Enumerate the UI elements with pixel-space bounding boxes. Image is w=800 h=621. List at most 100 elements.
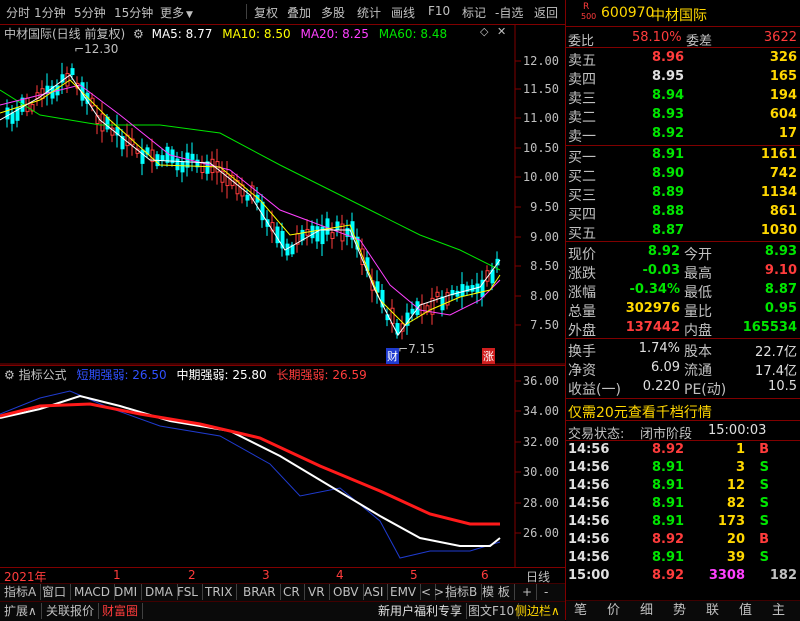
tab-indicator-b[interactable]: 指标B — [441, 584, 483, 600]
fuquan-button[interactable]: 复权 — [254, 4, 278, 21]
stat-value: -0.03 — [642, 263, 680, 278]
quote-tab-1[interactable]: 价 — [603, 603, 624, 619]
quote-tab-3[interactable]: 势 — [669, 603, 690, 619]
limit-up-badge[interactable]: 涨 — [482, 348, 495, 364]
tick-time: 14:56 — [568, 478, 610, 493]
tab-5min[interactable]: 5分钟 — [74, 4, 106, 21]
buy-4-row[interactable]: 买四 8.88 861 — [566, 203, 800, 223]
candle-body — [10, 112, 15, 124]
low-marker: ⌐7.15 — [398, 342, 435, 356]
high-marker: ⌐12.30 — [74, 42, 119, 56]
stat-value: 0.95 — [764, 301, 797, 316]
tick-price: 8.92 — [652, 442, 685, 457]
close-icon[interactable]: ✕ — [497, 25, 506, 38]
indicator-panel[interactable]: ⚙ 指标公式 短期强弱: 26.50 中期强弱: 25.80 长期强弱: 26.… — [0, 365, 565, 568]
trade-status-time: 15:00:03 — [708, 423, 767, 438]
tab-emv[interactable]: EMV — [386, 584, 422, 600]
quote-tab-4[interactable]: 联 — [702, 603, 723, 619]
tab-macd[interactable]: MACD — [70, 584, 115, 600]
long-strength-label: 长期强弱: 26.59 — [276, 368, 367, 382]
tab-asi[interactable]: ASI — [360, 584, 389, 600]
stat-label: 股本 — [684, 344, 712, 360]
diamond-icon[interactable]: ◇ — [480, 25, 488, 38]
tab-15min[interactable]: 15分钟 — [114, 4, 153, 21]
sidebar-toggle[interactable]: 侧边栏∧ — [511, 603, 564, 619]
stat-row-price: 现价 8.92 今开 8.93 — [566, 243, 800, 263]
price-tick-label: 8.50 — [530, 259, 559, 273]
tab-trix[interactable]: TRIX — [201, 584, 238, 600]
stat-label: 今开 — [684, 247, 712, 263]
price-chart-panel[interactable]: 中材国际(日线 前复权) ⚙ MA5: 8.77 MA10: 8.50 MA20… — [0, 25, 565, 365]
tab-obv[interactable]: OBV — [329, 584, 364, 600]
buy-2-row[interactable]: 买二 8.90 742 — [566, 165, 800, 185]
tick-time: 14:56 — [568, 532, 610, 547]
chevron-down-icon: ▼ — [186, 10, 193, 20]
order-ratio-row: 委比 58.10% 委差 3622 — [566, 29, 800, 49]
indicator-tabs-bar: 指标A 窗口 MACD DMI DMA FSL TRIX BRAR CR VR … — [0, 583, 565, 601]
back-button[interactable]: 返回 — [534, 4, 558, 21]
settings-icon[interactable]: ⚙ — [133, 27, 144, 41]
tab-dmi[interactable]: DMI — [110, 584, 143, 600]
zoom-in-button[interactable]: + — [518, 584, 538, 600]
tick-time: 14:56 — [568, 514, 610, 529]
tick-volume: 20 — [726, 532, 745, 547]
tab-1min[interactable]: 1分钟 — [34, 4, 66, 21]
expand-button[interactable]: 扩展∧ — [0, 603, 42, 619]
tab-brar[interactable]: BRAR — [239, 584, 281, 600]
promo-text[interactable]: 仅需20元查看千档行情 — [568, 402, 712, 422]
buy-5-volume: 1030 — [760, 223, 797, 238]
sell-5-price: 8.96 — [652, 50, 685, 65]
add-watchlist-button[interactable]: -自选 — [495, 4, 523, 21]
finance-event-badge[interactable]: 财 — [386, 348, 399, 364]
buy-1-row[interactable]: 买一 8.91 1161 — [566, 146, 800, 166]
indicator-tick-label: 32.00 — [522, 435, 559, 449]
template-button[interactable]: 模 板 — [478, 584, 515, 600]
sell-5-row[interactable]: 卖五 8.96 326 — [566, 49, 800, 69]
stat-row-outer-disk: 外盘 137442 内盘 165534 — [566, 319, 800, 339]
overlay-button[interactable]: 叠加 — [287, 4, 311, 21]
buy-3-row[interactable]: 买三 8.89 1134 — [566, 184, 800, 204]
candle-body — [190, 153, 195, 160]
quote-tab-0[interactable]: 笔 — [570, 603, 591, 619]
more-dropdown[interactable]: 更多 ▼ — [160, 4, 193, 21]
sell-3-row[interactable]: 卖三 8.94 194 — [566, 87, 800, 107]
stat-value: -0.34% — [629, 282, 681, 297]
promo-row[interactable]: 仅需20元查看千档行情 — [566, 401, 800, 422]
more-label: 更多 — [160, 6, 185, 20]
indicator-formula-label[interactable]: 指标公式 — [19, 368, 67, 382]
buy-2-label: 买二 — [568, 169, 596, 185]
candle-body — [460, 284, 465, 297]
sell-4-row[interactable]: 卖四 8.95 165 — [566, 68, 800, 88]
divider — [566, 47, 800, 48]
zoom-out-button[interactable]: - — [540, 584, 552, 600]
quote-tab-5[interactable]: 值 — [735, 603, 756, 619]
tick-time: 14:56 — [568, 550, 610, 565]
stat-label: 最高 — [684, 266, 712, 282]
related-quotes-tab[interactable]: 关联报价 — [42, 603, 100, 619]
sell-3-volume: 194 — [769, 88, 797, 103]
tab-vr[interactable]: VR — [304, 584, 330, 600]
multi-stock-button[interactable]: 多股 — [321, 4, 345, 21]
mark-button[interactable]: 标记 — [462, 4, 486, 21]
sell-1-row[interactable]: 卖一 8.92 17 — [566, 125, 800, 145]
draw-line-button[interactable]: 画线 — [391, 4, 415, 21]
tab-cr[interactable]: CR — [279, 584, 305, 600]
time-label-jun: 6 — [481, 568, 489, 582]
rank-logo: R — [583, 2, 590, 12]
buy-5-row[interactable]: 买五 8.87 1030 — [566, 222, 800, 242]
new-user-benefit-link[interactable]: 新用户福利专享 — [374, 603, 468, 619]
tab-fsl[interactable]: FSL — [173, 584, 203, 600]
tab-indicator-a[interactable]: 指标A — [0, 584, 42, 600]
statistics-button[interactable]: 统计 — [357, 4, 381, 21]
tab-window[interactable]: 窗口 — [38, 584, 72, 600]
indicator-dropdown-icon[interactable]: ⚙ — [4, 368, 15, 382]
quote-tab-6[interactable]: 主 — [768, 603, 789, 619]
tick-volume: 1 — [735, 442, 745, 457]
tab-fenshi[interactable]: 分时 — [6, 4, 30, 21]
wealth-circle-tab[interactable]: 财富圈 — [98, 603, 144, 619]
price-tick-label: 11.50 — [522, 82, 559, 96]
sell-2-row[interactable]: 卖二 8.93 604 — [566, 106, 800, 126]
f10-button[interactable]: F10 — [428, 4, 450, 18]
sell-3-price: 8.94 — [652, 88, 685, 103]
quote-tab-2[interactable]: 细 — [636, 603, 657, 619]
